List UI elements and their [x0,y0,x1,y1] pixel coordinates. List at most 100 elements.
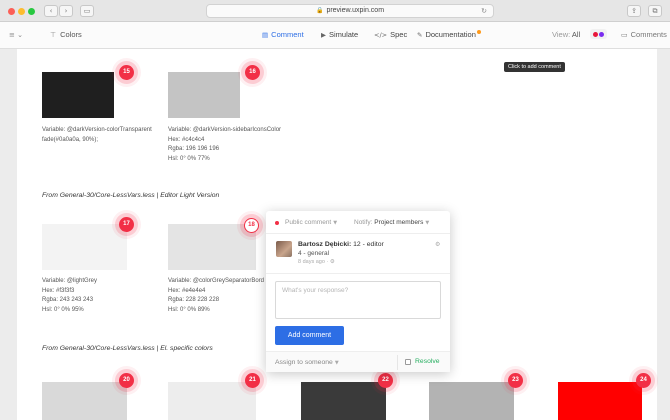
comment-pin[interactable]: 22 [378,373,393,388]
play-icon: ▶ [321,31,326,39]
comment-pin[interactable]: 20 [119,373,134,388]
chevron-down-icon: ▼ [334,360,339,366]
comments-panel-toggle[interactable]: ▭ Comments [621,30,667,39]
swatch-hex: Hex: #f3f3f3 [42,287,75,294]
notify-value: Project members [374,219,424,226]
divider [397,355,398,370]
page-icon: ⊤ [50,31,57,39]
assign-dropdown[interactable]: Assign to someone ▼ [275,359,339,366]
comments-label: Comments [630,30,667,39]
view-filter[interactable]: View: All [552,30,580,39]
divider [266,273,450,274]
comment-icon: ▤ [262,31,269,39]
visibility-dropdown[interactable]: Public comment ▼ [285,219,337,226]
chevron-down-icon: ▼ [425,220,430,226]
gear-icon[interactable]: ⚙ [435,241,440,248]
notify-dropdown[interactable]: Notify: Project members ▼ [354,219,429,226]
swatch-hex: Hex: #e4e4e4 [168,287,206,294]
swatch-variable: Variable: @darkVersion-colorTransparent [42,127,152,133]
add-comment-button[interactable]: Add comment [275,326,344,345]
comment-author: Bartosz Dębicki: [298,241,352,248]
comment-context: 12 - editor [353,241,384,248]
comment-pin[interactable]: 23 [508,373,523,388]
chevron-down-icon: ▼ [333,220,338,226]
avatar [276,241,292,257]
color-swatch [168,382,256,420]
section-title: From General-30/Core-LessVars.less | El.… [42,345,213,352]
comment-pin-active[interactable]: 18 [244,218,259,233]
filter-dot-red [593,32,598,37]
zoom-window-button[interactable] [28,8,35,15]
color-swatch [168,72,240,118]
code-icon: </> [374,31,388,39]
tab-spec[interactable]: </> Spec [374,30,407,39]
comment-text: 4 - general [298,250,330,257]
comment-pin[interactable]: 17 [119,217,134,232]
comment-pin[interactable]: 15 [119,65,134,80]
swatch-hsl: Hsl: 0° 0% 95% [42,306,84,313]
color-swatch [168,224,256,270]
notify-label: Notify: [354,219,373,226]
back-button[interactable]: ‹ [44,5,58,17]
reload-icon[interactable]: ↻ [481,5,487,17]
color-swatch [301,382,386,420]
edit-icon: ✎ [417,31,423,39]
resolve-label[interactable]: Resolve [415,358,440,365]
share-icon[interactable]: ⇪ [627,5,641,17]
forward-button[interactable]: › [59,5,73,17]
view-value: All [571,30,581,39]
response-input[interactable] [275,281,441,319]
options-icon[interactable]: ⚙ [330,259,335,265]
tab-spec-label: Spec [390,30,408,39]
comment-pin[interactable]: 21 [245,373,260,388]
comment-popover: Public comment ▼ Notify: Project members ▼… [266,211,450,372]
address-bar[interactable]: 🔒 preview.uxpin.com ↻ [206,4,494,18]
swatch-value: fade(#0a0a0a, 90%); [42,136,99,143]
browser-chrome: ‹ › ▭ 🔒 preview.uxpin.com ↻ ⇪ ⧉ [0,0,670,22]
swatch-info: Variable: @darkVersion-colorTransparent … [42,126,152,145]
resolve-checkbox[interactable] [405,359,411,365]
tab-comment[interactable]: ▤ Comment [262,30,304,39]
swatch-hsl: Hsl: 0° 0% 77% [168,155,210,162]
color-swatch [42,382,127,420]
tab-simulate-label: Simulate [329,30,359,39]
tab-comment-label: Comment [271,30,304,39]
close-window-button[interactable] [8,8,15,15]
color-swatch [42,224,127,270]
comment-time-line: 8 days ago · ⚙ [298,259,335,265]
swatch-info: Variable: @lightGrey Hex: #f3f3f3 Rgba: … [42,277,97,315]
visibility-value: Public comment [285,219,332,226]
comments-icon: ▭ [621,31,628,39]
menu-icon[interactable]: ≡ ⌄ [9,31,23,39]
page-title: Colors [60,30,82,39]
page-selector[interactable]: ⊤ Colors [50,30,82,39]
swatch-rgba: Rgba: 243 243 243 [42,297,94,303]
section-title: From General-30/Core-LessVars.less | Edi… [42,192,220,199]
tabs-overview-icon[interactable]: ⧉ [648,5,662,17]
comment-footer: Assign to someone ▼ Resolve [266,351,450,372]
swatch-rgba: Rgba: 228 228 228 [168,297,220,303]
color-swatch [558,382,642,420]
color-swatch [429,382,514,420]
comment-pin[interactable]: 16 [245,65,260,80]
comment-time: 8 days ago [298,259,325,265]
sidebar-toggle-icon[interactable]: ▭ [80,5,94,17]
view-label: View: [552,30,571,39]
swatch-hsl: Hsl: 0° 0% 89% [168,306,210,313]
comment-color-filter[interactable] [590,29,607,39]
comment-color-dot [275,221,279,225]
tooltip: Click to add comment [504,62,565,72]
url-text: preview.uxpin.com [326,7,385,14]
color-swatch [42,72,114,118]
comment-pin[interactable]: 24 [636,373,651,388]
tab-documentation-label: Documentation [425,30,476,39]
notification-dot [476,30,481,34]
comment-author-line: Bartosz Dębicki: 12 - editor [298,241,384,248]
tab-simulate[interactable]: ▶ Simulate [321,30,358,39]
minimize-window-button[interactable] [18,8,25,15]
tab-documentation[interactable]: ✎ Documentation [417,30,481,39]
swatch-variable: Variable: @darkVersion-sidebarIconsColor [168,127,282,133]
swatch-rgba: Rgba: 196 196 196 [168,146,220,152]
swatch-variable: Variable: @colorGreySeparatorBord [168,278,265,284]
swatch-info: Variable: @darkVersion-sidebarIconsColor… [168,126,281,164]
